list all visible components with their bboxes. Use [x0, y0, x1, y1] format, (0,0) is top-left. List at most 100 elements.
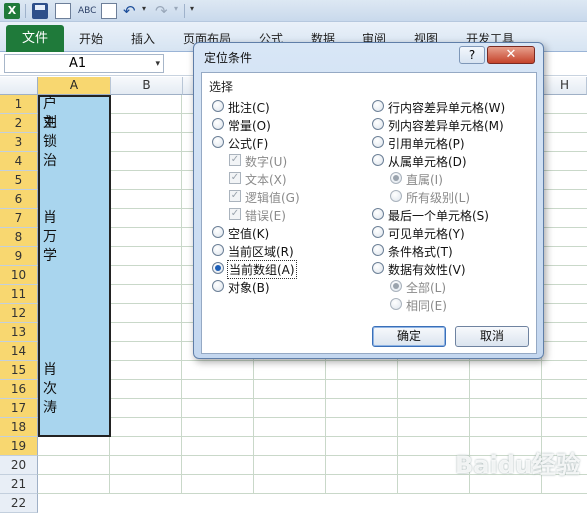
cell-a7[interactable]: 肖万学	[43, 209, 57, 266]
name-box-value: A1	[69, 56, 87, 71]
row-header[interactable]: 12	[0, 304, 38, 323]
row-header[interactable]: 3	[0, 133, 38, 152]
option-label: 所有级别(L)	[406, 191, 471, 205]
name-box-dropdown-icon[interactable]: ▾	[155, 55, 160, 73]
option-label: 全部(L)	[406, 281, 447, 295]
radio-icon[interactable]	[212, 136, 224, 148]
row-header[interactable]: 8	[0, 228, 38, 247]
cell-a2[interactable]: 刘锁治	[43, 114, 57, 171]
option-label: 对象(B)	[228, 281, 270, 295]
radio-icon[interactable]	[372, 244, 384, 256]
option-label: 列内容差异单元格(M)	[388, 119, 504, 133]
column-header-b[interactable]: B	[111, 77, 183, 95]
option-label: 常量(O)	[228, 119, 271, 133]
row-header[interactable]: 19	[0, 437, 38, 456]
save-icon[interactable]	[32, 3, 48, 19]
radio-icon[interactable]	[372, 226, 384, 238]
close-button[interactable]: ✕	[487, 46, 535, 64]
tab-file[interactable]: 文件	[6, 25, 64, 52]
option-label: 行内容差异单元格(W)	[388, 101, 506, 115]
option-label: 公式(F)	[228, 137, 269, 151]
redo-icon[interactable]: ↷	[155, 3, 171, 19]
option-label: 条件格式(T)	[388, 245, 453, 259]
option-label: 最后一个单元格(S)	[388, 209, 489, 223]
row-header[interactable]: 9	[0, 247, 38, 266]
tab-insert[interactable]: 插入	[131, 30, 155, 47]
customize-qat-icon[interactable]: ▾	[190, 4, 194, 13]
row-header[interactable]: 13	[0, 323, 38, 342]
row-header[interactable]: 4	[0, 152, 38, 171]
radio-icon[interactable]	[212, 280, 224, 292]
undo-icon[interactable]: ↶	[123, 3, 139, 19]
help-button[interactable]: ?	[459, 46, 485, 64]
row-header[interactable]: 17	[0, 399, 38, 418]
option-label: 当前数组(A)	[227, 260, 297, 279]
print-preview-icon[interactable]	[101, 3, 117, 19]
checkbox-icon: ✓	[229, 154, 241, 166]
option-label: 逻辑值(G)	[245, 191, 300, 205]
go-to-special-dialog: 定位条件 ? ✕ 选择 批注(C) 常量(O) 公式(F) ✓ 数字(U) ✓ …	[193, 42, 544, 359]
radio-icon[interactable]	[212, 244, 224, 256]
row-header[interactable]: 5	[0, 171, 38, 190]
row-header[interactable]: 20	[0, 456, 38, 475]
option-label: 相同(E)	[406, 299, 447, 313]
checkbox-icon: ✓	[229, 172, 241, 184]
radio-icon[interactable]	[372, 154, 384, 166]
baidu-watermark: Baidu经验	[455, 451, 580, 479]
row-header[interactable]: 14	[0, 342, 38, 361]
radio-selected-icon	[390, 280, 402, 292]
option-label: 数据有效性(V)	[388, 263, 466, 277]
row-header[interactable]: 10	[0, 266, 38, 285]
row-header[interactable]: 7	[0, 209, 38, 228]
row-header[interactable]: 6	[0, 190, 38, 209]
column-header-a[interactable]: A	[38, 77, 111, 95]
option-label: 空值(K)	[228, 227, 270, 241]
row-header[interactable]: 11	[0, 285, 38, 304]
spell-check-icon[interactable]: ABC	[78, 3, 96, 19]
checkbox-icon: ✓	[229, 190, 241, 202]
excel-logo-icon[interactable]: X	[4, 3, 20, 19]
tab-home[interactable]: 开始	[79, 30, 103, 47]
radio-selected-icon[interactable]	[212, 262, 224, 274]
row-header[interactable]: 16	[0, 380, 38, 399]
radio-icon[interactable]	[372, 100, 384, 112]
radio-icon	[390, 298, 402, 310]
group-label-select: 选择	[209, 80, 234, 94]
redo-dropdown-icon[interactable]: ▾	[174, 4, 178, 13]
radio-icon[interactable]	[212, 226, 224, 238]
option-label: 错误(E)	[245, 209, 286, 223]
option-label: 引用单元格(P)	[388, 137, 465, 151]
radio-icon[interactable]	[212, 100, 224, 112]
dialog-title: 定位条件	[204, 51, 253, 65]
cancel-button[interactable]: 取消	[455, 326, 529, 347]
row-header[interactable]: 18	[0, 418, 38, 437]
radio-selected-icon	[390, 172, 402, 184]
new-document-icon[interactable]	[55, 3, 71, 19]
option-label: 从属单元格(D)	[388, 155, 467, 169]
toolbar-separator	[25, 4, 26, 18]
undo-dropdown-icon[interactable]: ▾	[142, 4, 146, 13]
toolbar-separator	[184, 4, 185, 18]
option-label: 数字(U)	[245, 155, 288, 169]
select-all-corner[interactable]	[0, 77, 38, 95]
radio-icon[interactable]	[212, 118, 224, 130]
radio-icon[interactable]	[372, 118, 384, 130]
option-label: 当前区域(R)	[228, 245, 294, 259]
dialog-body: 选择 批注(C) 常量(O) 公式(F) ✓ 数字(U) ✓ 文本(X) ✓ 逻…	[201, 72, 537, 354]
radio-icon	[390, 190, 402, 202]
radio-icon[interactable]	[372, 208, 384, 220]
ok-button[interactable]: 确定	[372, 326, 446, 347]
option-label: 文本(X)	[245, 173, 287, 187]
row-header[interactable]: 2	[0, 114, 38, 133]
radio-icon[interactable]	[372, 136, 384, 148]
name-box[interactable]: A1 ▾	[4, 54, 164, 73]
row-header[interactable]: 21	[0, 475, 38, 494]
column-header-h[interactable]: H	[543, 77, 587, 95]
option-label: 可见单元格(Y)	[388, 227, 465, 241]
radio-icon[interactable]	[372, 262, 384, 274]
row-header[interactable]: 1	[0, 95, 38, 114]
checkbox-icon: ✓	[229, 208, 241, 220]
cell-a15[interactable]: 肖次涛	[43, 361, 57, 418]
row-header[interactable]: 15	[0, 361, 38, 380]
quick-access-toolbar: X ABC ↶ ▾ ↷ ▾ ▾	[0, 0, 587, 22]
